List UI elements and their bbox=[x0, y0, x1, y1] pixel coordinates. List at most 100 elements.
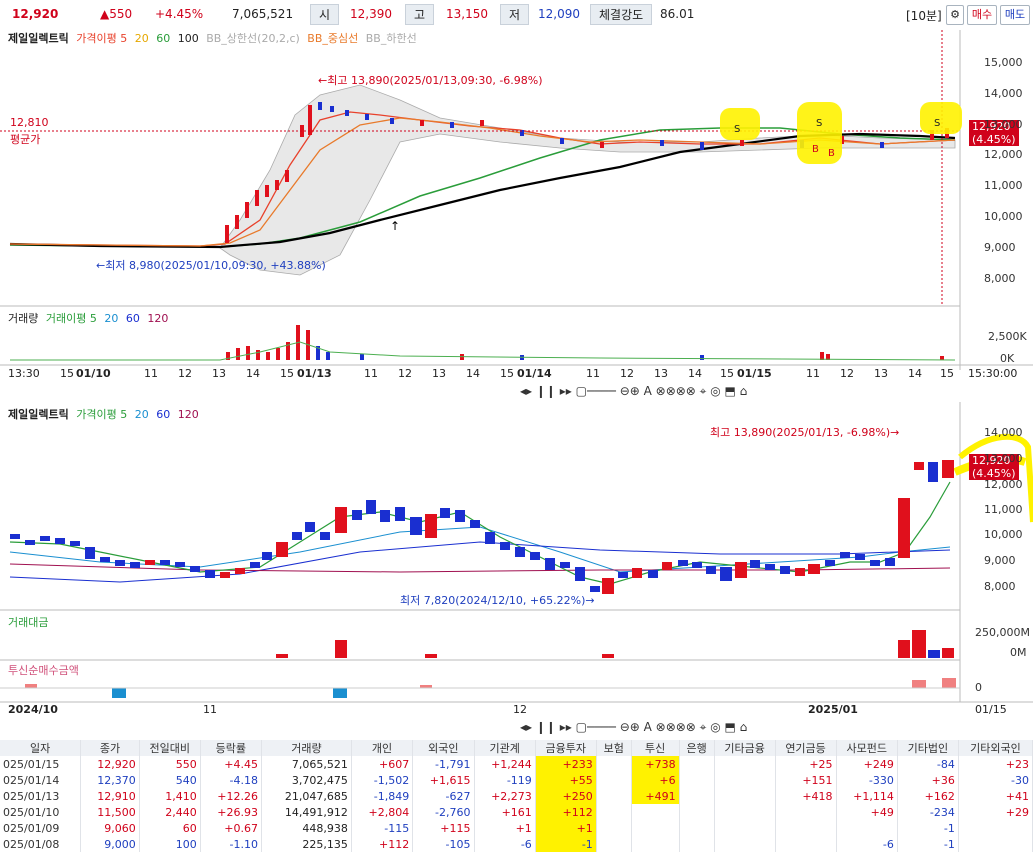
chart-controls[interactable]: ◂▸ ❙❙ ▸▸ ▢──── ⊖⊕ A ⊗⊗⊗⊗ ⌖ ◎ ⬒ ⌂ bbox=[520, 720, 747, 735]
col-header: 기타외국인 bbox=[958, 740, 1033, 756]
table-cell: 12,920 bbox=[80, 756, 140, 772]
table-cell bbox=[836, 820, 898, 836]
col-header: 사모펀드 bbox=[836, 740, 898, 756]
table-cell: -115 bbox=[351, 820, 414, 836]
legend-vol-ma5: 거래이평 5 bbox=[45, 312, 97, 325]
x-tick: 15 bbox=[500, 367, 514, 380]
table-cell bbox=[596, 820, 632, 836]
col-header: 거래량 bbox=[261, 740, 352, 756]
table-cell: 9,060 bbox=[80, 820, 140, 836]
table-cell bbox=[631, 820, 680, 836]
table-row[interactable]: 025/01/13 12,910 1,410 +12.26 21,047,685 -1,8… bbox=[0, 788, 1033, 804]
table-cell: +25 bbox=[775, 756, 837, 772]
x-tick: 14 bbox=[688, 367, 702, 380]
table-cell: +12.26 bbox=[200, 788, 263, 804]
highlight-mark bbox=[797, 102, 842, 164]
table-cell: +2,804 bbox=[351, 804, 414, 820]
table-cell: 025/01/09 bbox=[0, 820, 82, 836]
table-cell: 025/01/15 bbox=[0, 756, 82, 772]
table-cell: +418 bbox=[775, 788, 837, 804]
x-tick: 11 bbox=[144, 367, 158, 380]
table-cell: +250 bbox=[535, 788, 597, 804]
buy-button[interactable]: 매수 bbox=[967, 5, 997, 25]
current-price: 12,920 bbox=[12, 7, 59, 21]
table-cell: +1 bbox=[474, 820, 536, 836]
table-cell: -330 bbox=[836, 772, 898, 788]
x-tick: 2025/01 bbox=[808, 703, 858, 716]
y-tick: 14,000 bbox=[984, 426, 1023, 439]
y-tick: 2,500K bbox=[988, 330, 1027, 343]
table-cell: 12,910 bbox=[80, 788, 140, 804]
x-tick: 11 bbox=[364, 367, 378, 380]
table-cell: 14,491,912 bbox=[261, 804, 352, 820]
x-tick: 15 bbox=[940, 367, 954, 380]
table-cell: -627 bbox=[412, 788, 475, 804]
avg-price-value: 12,810 bbox=[10, 116, 49, 129]
x-tick: 12 bbox=[620, 367, 634, 380]
table-cell: 12,370 bbox=[80, 772, 140, 788]
table-row[interactable]: 025/01/09 9,060 60 +0.67 448,938 -115 +115 +1 +1… bbox=[0, 820, 1033, 836]
x-tick: 11 bbox=[806, 367, 820, 380]
y-tick: 15,000 bbox=[984, 56, 1023, 69]
table-cell: 025/01/10 bbox=[0, 804, 82, 820]
table-cell: +1,244 bbox=[474, 756, 536, 772]
trade-volume: 7,065,521 bbox=[232, 7, 294, 21]
x-tick: 12 bbox=[840, 367, 854, 380]
signal-b-icon: B bbox=[828, 148, 835, 159]
y-tick: 0K bbox=[1000, 352, 1015, 365]
table-cell: +1,615 bbox=[412, 772, 475, 788]
sell-button[interactable]: 매도 bbox=[1000, 5, 1030, 25]
table-cell: +151 bbox=[775, 772, 837, 788]
x-tick: 15 bbox=[720, 367, 734, 380]
table-cell: +161 bbox=[474, 804, 536, 820]
table-cell: -234 bbox=[897, 804, 959, 820]
gear-icon[interactable]: ⚙ bbox=[946, 5, 964, 25]
table-cell: +55 bbox=[535, 772, 597, 788]
intraday-volume-bars bbox=[226, 325, 944, 360]
table-cell: -30 bbox=[958, 772, 1033, 788]
low-label: 저 bbox=[500, 4, 530, 25]
signal-s-icon: S bbox=[816, 118, 822, 129]
table-cell bbox=[596, 836, 632, 852]
table-cell: +491 bbox=[631, 788, 680, 804]
interval-selector[interactable]: [10분] bbox=[906, 7, 942, 24]
x-tick: 2024/10 bbox=[8, 703, 58, 716]
table-cell: 3,702,475 bbox=[261, 772, 352, 788]
table-cell: +233 bbox=[535, 756, 597, 772]
table-cell: +115 bbox=[412, 820, 475, 836]
x-tick: 15:30:00 bbox=[968, 367, 1018, 380]
x-tick: 13:30 bbox=[8, 367, 40, 380]
table-cell: -119 bbox=[474, 772, 536, 788]
table-cell: -6 bbox=[836, 836, 898, 852]
highlight-mark bbox=[920, 102, 962, 134]
y-tick: 9,000 bbox=[984, 554, 1016, 567]
inst-legend: 투신순매수금액 bbox=[8, 664, 79, 677]
table-cell bbox=[714, 804, 776, 820]
chart-controls[interactable]: ◂▸ ❙❙ ▸▸ ▢──── ⊖⊕ A ⊗⊗⊗⊗ ⌖ ◎ ⬒ ⌂ bbox=[520, 384, 747, 399]
x-tick: 01/15 bbox=[975, 703, 1007, 716]
table-cell: 025/01/14 bbox=[0, 772, 82, 788]
table-cell bbox=[679, 788, 715, 804]
y-tick: 12,000 bbox=[984, 148, 1023, 161]
price-change-pct: +4.45% bbox=[155, 7, 204, 21]
table-row[interactable]: 025/01/15 12,920 550 +4.45 7,065,521 +607 -1,7… bbox=[0, 756, 1033, 772]
col-header: 등락률 bbox=[200, 740, 263, 756]
table-cell: -1,502 bbox=[351, 772, 414, 788]
table-cell: +36 bbox=[897, 772, 959, 788]
table-cell bbox=[775, 820, 837, 836]
x-tick: 14 bbox=[908, 367, 922, 380]
x-tick: 11 bbox=[203, 703, 217, 716]
bollinger-band bbox=[219, 84, 956, 276]
table-cell: 7,065,521 bbox=[261, 756, 352, 772]
table-cell: +112 bbox=[351, 836, 414, 852]
table-cell: 9,000 bbox=[80, 836, 140, 852]
low-price: 12,090 bbox=[538, 7, 580, 21]
table-cell bbox=[775, 804, 837, 820]
table-row[interactable]: 025/01/14 12,370 540 -4.18 3,702,475 -1,502 +1… bbox=[0, 772, 1033, 788]
table-row[interactable]: 025/01/10 11,500 2,440 +26.93 14,491,912 +2,8… bbox=[0, 804, 1033, 820]
table-cell: 025/01/08 bbox=[0, 836, 82, 852]
table-row[interactable]: 025/01/08 9,000 100 -1.10 225,135 +112 -105 -6-… bbox=[0, 836, 1033, 852]
table-cell bbox=[958, 820, 1033, 836]
table-cell bbox=[596, 772, 632, 788]
value-legend: 거래대금 bbox=[8, 616, 49, 629]
